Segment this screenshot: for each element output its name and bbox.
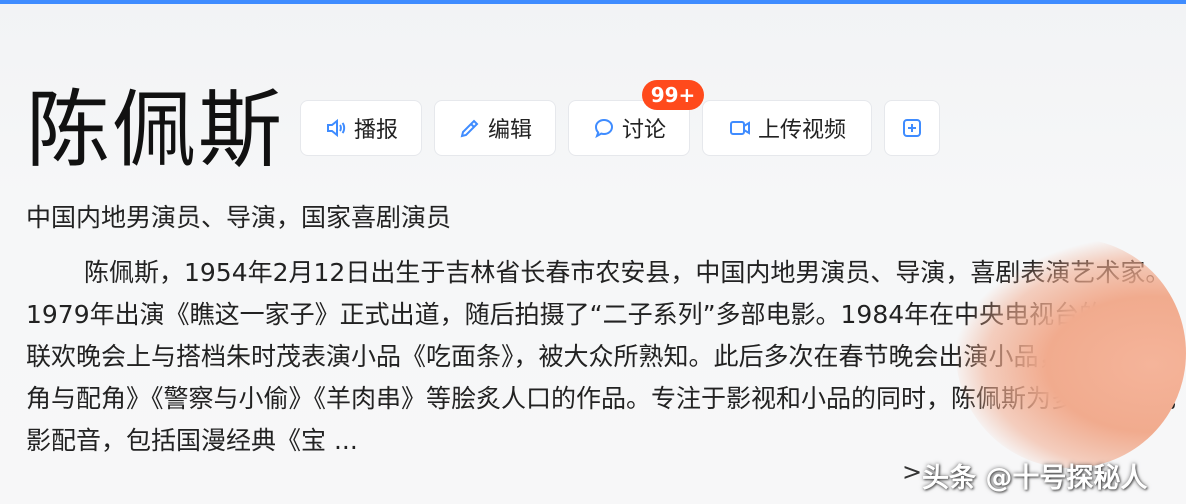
plus-square-icon (900, 116, 924, 140)
pencil-icon (458, 116, 482, 140)
expand-more-link[interactable]: > (902, 458, 922, 486)
edit-label: 编辑 (487, 118, 532, 143)
broadcast-label: 播报 (353, 118, 398, 143)
add-button[interactable] (884, 100, 940, 156)
source-watermark: 头条 @十号探秘人 (922, 463, 1148, 494)
video-camera-icon (728, 116, 752, 140)
discussion-count-badge: 99+ (642, 80, 704, 110)
discuss-label: 讨论 (621, 118, 666, 143)
upload-video-label: 上传视频 (757, 118, 846, 143)
speaker-icon (324, 116, 348, 140)
upload-video-button[interactable]: 上传视频 (702, 100, 872, 156)
chat-bubble-icon (592, 116, 616, 140)
top-accent-bar (0, 0, 1186, 4)
page-title: 陈佩斯 (26, 81, 285, 179)
broadcast-button[interactable]: 播报 (300, 100, 422, 156)
page-subtitle: 中国内地男演员、导演，国家喜剧演员 (26, 203, 452, 232)
edit-button[interactable]: 编辑 (434, 100, 556, 156)
summary-paragraph: 陈佩斯，1954年2月12日出生于吉林省长春市农安县，中国内地男演员、导演，喜剧… (26, 258, 1177, 455)
